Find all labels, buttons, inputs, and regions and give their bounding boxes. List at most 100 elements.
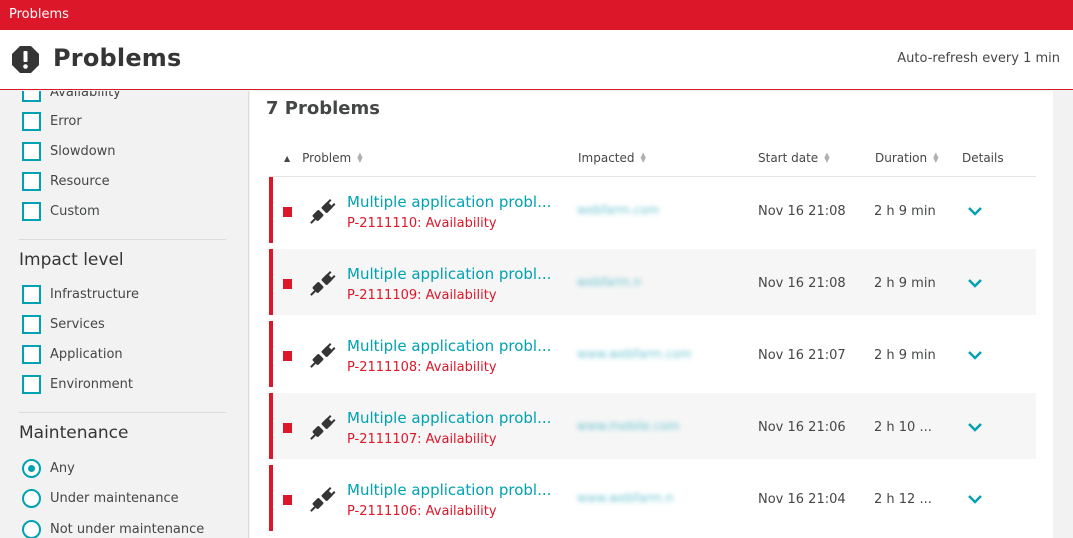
status-marker bbox=[283, 351, 292, 361]
column-header-duration[interactable]: Duration ▲ ▼ bbox=[875, 151, 939, 165]
chevron-down-icon[interactable] bbox=[967, 205, 983, 217]
filter-resource[interactable]: Resource bbox=[22, 171, 110, 191]
filter-label: Application bbox=[50, 346, 123, 362]
filter-label: Error bbox=[50, 113, 82, 129]
problem-title-link[interactable]: Multiple application probl... bbox=[347, 193, 551, 211]
radio-button[interactable] bbox=[22, 488, 41, 508]
filter-label: Availability bbox=[50, 91, 121, 100]
column-header-problem[interactable]: ▲ Problem ▲ ▼ bbox=[284, 151, 363, 165]
filter-label: Custom bbox=[50, 203, 100, 219]
sort-icon: ▲ ▼ bbox=[357, 151, 363, 164]
radio-label: Not under maintenance bbox=[50, 521, 205, 537]
divider bbox=[19, 412, 226, 413]
filter-infrastructure[interactable]: Infrastructure bbox=[22, 284, 139, 304]
status-marker bbox=[283, 207, 292, 217]
problem-id: P-2111109: Availability bbox=[347, 288, 497, 303]
chevron-down-icon[interactable] bbox=[967, 493, 983, 505]
problem-id: P-2111106: Availability bbox=[347, 504, 497, 519]
impacted-entity[interactable]: webfarm.n bbox=[577, 275, 641, 289]
status-marker bbox=[283, 423, 292, 433]
maintenance-title: Maintenance bbox=[19, 423, 129, 443]
filter-label: Infrastructure bbox=[50, 286, 139, 302]
filter-label: Environment bbox=[50, 376, 134, 392]
impacted-entity[interactable]: www.mobile.com bbox=[577, 419, 679, 433]
start-date: Nov 16 21:08 bbox=[758, 204, 846, 219]
checkbox[interactable] bbox=[22, 374, 41, 394]
status-marker bbox=[283, 279, 292, 289]
filter-label: Services bbox=[50, 316, 105, 332]
problem-row[interactable]: Multiple application probl... P-2111108:… bbox=[269, 321, 1036, 387]
chevron-down-icon[interactable] bbox=[967, 277, 983, 289]
checkbox[interactable] bbox=[22, 171, 41, 191]
checkbox[interactable] bbox=[22, 111, 41, 131]
problem-title-link[interactable]: Multiple application probl... bbox=[347, 409, 551, 427]
checkbox[interactable] bbox=[22, 141, 41, 161]
duration: 2 h 9 min bbox=[874, 348, 936, 363]
problem-row[interactable]: Multiple application probl... P-2111106:… bbox=[269, 465, 1036, 531]
filter-label: Resource bbox=[50, 173, 110, 189]
radio-label: Any bbox=[50, 460, 75, 476]
chevron-down-icon[interactable] bbox=[967, 349, 983, 361]
problem-id: P-2111110: Availability bbox=[347, 216, 497, 231]
maintenance-under[interactable]: Under maintenance bbox=[22, 488, 179, 508]
status-marker bbox=[283, 495, 292, 505]
sort-icon: ▲ ▼ bbox=[933, 151, 939, 164]
chevron-down-icon[interactable] bbox=[967, 421, 983, 433]
checkbox[interactable] bbox=[22, 344, 41, 364]
column-label: Start date bbox=[758, 151, 819, 165]
filter-application[interactable]: Application bbox=[22, 344, 123, 364]
alert-icon bbox=[12, 46, 39, 73]
severity-bar bbox=[269, 249, 273, 315]
sort-icon: ▲ ▼ bbox=[824, 151, 830, 164]
filter-availability[interactable]: Availability bbox=[22, 91, 121, 102]
filter-environment[interactable]: Environment bbox=[22, 374, 133, 394]
problem-id: P-2111108: Availability bbox=[347, 360, 497, 375]
page-title: Problems bbox=[53, 44, 182, 72]
filter-sidebar[interactable]: Availability Error Slowdown Resource Cus… bbox=[0, 91, 249, 538]
checkbox[interactable] bbox=[22, 284, 41, 304]
duration: 2 h 9 min bbox=[874, 204, 936, 219]
problem-title-link[interactable]: Multiple application probl... bbox=[347, 481, 551, 499]
impacted-entity[interactable]: www.webfarm.com bbox=[577, 347, 691, 361]
maintenance-not-under[interactable]: Not under maintenance bbox=[22, 519, 204, 538]
radio-button[interactable] bbox=[22, 519, 41, 538]
severity-bar bbox=[269, 177, 273, 243]
impacted-entity[interactable]: webfarm.com bbox=[577, 203, 659, 217]
filter-custom[interactable]: Custom bbox=[22, 201, 100, 221]
duration: 2 h 12 ... bbox=[874, 492, 932, 507]
filter-slowdown[interactable]: Slowdown bbox=[22, 141, 116, 161]
problem-row[interactable]: Multiple application probl... P-2111110:… bbox=[269, 177, 1036, 243]
radio-button[interactable] bbox=[22, 458, 41, 478]
impacted-entity[interactable]: www.webfarm.n bbox=[577, 491, 673, 505]
plug-disconnected-icon bbox=[310, 487, 336, 512]
plug-disconnected-icon bbox=[310, 271, 336, 296]
auto-refresh-label: Auto-refresh every 1 min bbox=[897, 51, 1060, 66]
start-date: Nov 16 21:06 bbox=[758, 420, 846, 435]
problem-title-link[interactable]: Multiple application probl... bbox=[347, 337, 551, 355]
column-label: Duration bbox=[875, 151, 928, 165]
filter-services[interactable]: Services bbox=[22, 314, 105, 334]
plug-disconnected-icon bbox=[310, 415, 336, 440]
divider bbox=[19, 239, 226, 240]
filter-error[interactable]: Error bbox=[22, 111, 82, 131]
impact-level-title: Impact level bbox=[19, 250, 124, 270]
column-header-details: Details bbox=[962, 151, 1004, 165]
severity-bar bbox=[269, 321, 273, 387]
problem-title-link[interactable]: Multiple application probl... bbox=[347, 265, 551, 283]
maintenance-any[interactable]: Any bbox=[22, 458, 75, 478]
column-header-start-date[interactable]: Start date ▲ ▼ bbox=[758, 151, 830, 165]
severity-bar bbox=[269, 393, 273, 459]
severity-bar bbox=[269, 465, 273, 531]
page-gutter bbox=[1053, 91, 1073, 538]
checkbox[interactable] bbox=[22, 91, 41, 102]
column-header-impacted[interactable]: Impacted ▲ ▼ bbox=[578, 151, 647, 165]
problem-row[interactable]: Multiple application probl... P-2111107:… bbox=[269, 393, 1036, 459]
checkbox[interactable] bbox=[22, 314, 41, 334]
plug-disconnected-icon bbox=[310, 343, 336, 368]
plug-disconnected-icon bbox=[310, 199, 336, 224]
problem-row[interactable]: Multiple application probl... P-2111109:… bbox=[269, 249, 1036, 315]
checkbox[interactable] bbox=[22, 201, 41, 221]
top-bar: Problems bbox=[0, 0, 1073, 30]
start-date: Nov 16 21:04 bbox=[758, 492, 846, 507]
start-date: Nov 16 21:08 bbox=[758, 276, 846, 291]
